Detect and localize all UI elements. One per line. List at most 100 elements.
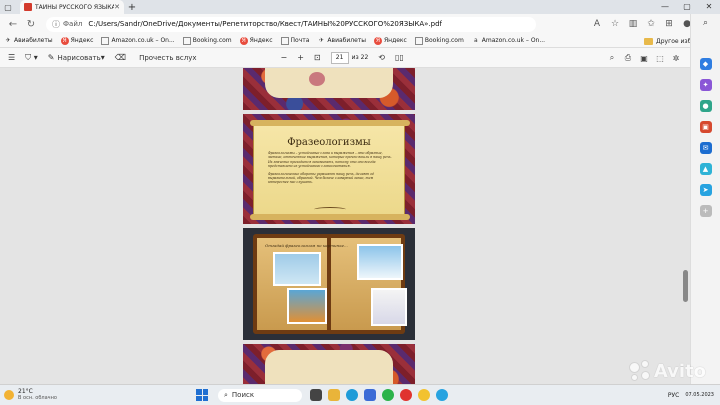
bookmark-item[interactable]: Booking.com: [182, 36, 232, 45]
store-icon[interactable]: [364, 389, 376, 401]
close-tab-icon[interactable]: ✕: [114, 3, 120, 11]
edge-sidebar: ⌕ ◆ ✦ ● ▣ ✉ ▲ ➤ +: [690, 14, 720, 384]
save-as-icon[interactable]: ⬚: [652, 54, 668, 63]
page-paragraph: Фразеологические обороты украшают нашу р…: [268, 171, 375, 185]
bookmark-item[interactable]: Booking.com: [414, 36, 464, 45]
collections-icon[interactable]: ⊞: [660, 19, 678, 29]
minimize-icon[interactable]: —: [654, 0, 676, 14]
tab-pdf[interactable]: ТАЙНЫ РУССКОГО ЯЗЫКА».pdf ✕: [20, 0, 124, 14]
parchment-scroll: Фразеологизмы Фразеологизмы – устойчивые…: [250, 120, 410, 220]
task-view-icon[interactable]: [310, 389, 322, 401]
folder-icon: [644, 37, 654, 45]
shopping-icon[interactable]: ◆: [699, 58, 712, 70]
avito-logo-icon: [628, 360, 651, 382]
page-icon: [280, 36, 289, 45]
save-icon[interactable]: ▣: [636, 54, 652, 63]
new-tab-button[interactable]: +: [124, 2, 140, 13]
picture-puzzle-3: [357, 244, 403, 280]
games-icon[interactable]: ●: [699, 100, 712, 112]
address-bar-row: ← ↻ ⓘ Файл C:/Users/Sandr/OneDrive/Докум…: [0, 14, 720, 34]
favorite-star-icon[interactable]: ☆: [606, 19, 624, 29]
window-menu-icon[interactable]: ▢: [0, 0, 16, 14]
search-icon[interactable]: ⌕: [604, 53, 620, 63]
bookmark-item[interactable]: Почта: [280, 36, 309, 45]
info-icon[interactable]: ⓘ: [52, 19, 60, 30]
pdf-icon: [24, 3, 32, 11]
page-number-input[interactable]: 21: [330, 51, 349, 64]
address-url[interactable]: C:/Users/Sandr/OneDrive/Документы/Репети…: [88, 20, 442, 28]
yandex-icon: Я: [60, 36, 69, 45]
open-book-image: Отгадай фразеологизм по картинке...: [253, 234, 407, 334]
refresh-icon[interactable]: ↻: [22, 19, 40, 30]
outlook-icon[interactable]: ✉: [699, 142, 712, 154]
office-icon[interactable]: ▣: [699, 121, 712, 133]
vertical-scrollbar[interactable]: [683, 270, 688, 302]
language-indicator[interactable]: РУС: [668, 392, 679, 399]
telegram-icon[interactable]: [436, 389, 448, 401]
page-icon: [101, 36, 110, 45]
edge-icon[interactable]: [346, 389, 358, 401]
page-paragraph: Фразеологизмы – устойчивые слова и выраж…: [268, 151, 392, 169]
address-scheme-label: Файл: [63, 20, 83, 28]
weather-widget[interactable]: 21°C В осн. облачно: [0, 388, 110, 402]
read-aloud-button[interactable]: Прочесть вслух: [136, 54, 196, 62]
parchment-image: [265, 68, 393, 98]
favorites-icon[interactable]: ✩: [642, 19, 660, 29]
file-explorer-icon[interactable]: [328, 389, 340, 401]
add-icon[interactable]: +: [699, 205, 712, 217]
eraser-icon[interactable]: ⌫: [115, 53, 126, 62]
tab-title: ТАЙНЫ РУССКОГО ЯЗЫКА».pdf: [35, 3, 115, 11]
avito-watermark: Avito: [628, 360, 706, 382]
draw-button[interactable]: ✎ Нарисовать ▾: [48, 53, 105, 62]
drop-icon[interactable]: ▲: [699, 163, 712, 175]
amazon-icon: a: [473, 37, 478, 44]
search-icon: ⌕: [224, 390, 228, 399]
pdf-page-next: [243, 344, 415, 384]
rotate-icon[interactable]: ⟲: [378, 53, 385, 62]
parchment-image: [265, 350, 393, 384]
pdf-viewer[interactable]: Фразеологизмы Фразеологизмы – устойчивые…: [0, 68, 690, 384]
taskbar-search[interactable]: ⌕ Поиск: [218, 388, 302, 402]
zoom-in-icon[interactable]: +: [297, 53, 304, 62]
two-page-icon[interactable]: ▯▯: [395, 53, 404, 62]
yandex-browser-icon[interactable]: [418, 389, 430, 401]
picture-puzzle-2: [287, 288, 327, 324]
bookmark-item[interactable]: ✈ Авиабилеты: [4, 37, 52, 45]
plane-icon: ✈: [318, 37, 324, 44]
avito-wordmark: Avito: [653, 360, 706, 382]
yandex-icon: Я: [374, 36, 382, 45]
zoom-out-icon[interactable]: −: [281, 53, 288, 62]
maximize-icon[interactable]: ▢: [676, 0, 698, 14]
page-total: из 22: [351, 54, 369, 61]
page-heading: Фразеологизмы: [287, 137, 371, 148]
address-bar[interactable]: ⓘ Файл C:/Users/Sandr/OneDrive/Документы…: [46, 16, 536, 32]
telegram-icon[interactable]: ➤: [699, 184, 712, 196]
bookmark-item[interactable]: Amazon.co.uk – On...: [101, 36, 175, 45]
bookmark-item[interactable]: ✈ Авиабилеты: [317, 37, 366, 45]
split-screen-icon[interactable]: ▥: [624, 19, 642, 29]
pin-icon[interactable]: ✲: [668, 54, 684, 63]
opera-icon[interactable]: [400, 389, 412, 401]
windows-start-icon[interactable]: [196, 389, 208, 401]
fit-page-icon[interactable]: ⊡: [314, 53, 321, 62]
book-caption: Отгадай фразеологизм по картинке...: [265, 243, 348, 248]
print-icon[interactable]: ⎙: [620, 53, 636, 63]
bookmark-item[interactable]: Я Яндекс: [374, 36, 407, 45]
search-label: Поиск: [231, 391, 255, 399]
whatsapp-icon[interactable]: [382, 389, 394, 401]
contents-icon[interactable]: ☰: [8, 53, 15, 62]
clock[interactable]: 07.05.2023: [685, 392, 714, 399]
tools-icon[interactable]: ✦: [699, 79, 712, 91]
bookmark-item[interactable]: Я Яндекс: [239, 36, 273, 45]
search-icon[interactable]: ⌕: [703, 18, 708, 28]
close-window-icon[interactable]: ✕: [698, 0, 720, 14]
scroll-roll-bottom: [250, 214, 410, 220]
back-icon[interactable]: ←: [4, 19, 22, 30]
filter-icon[interactable]: ⛉ ▾: [25, 53, 38, 63]
system-tray: РУС 07.05.2023: [668, 385, 714, 405]
ornament: [314, 207, 346, 212]
bookmark-item[interactable]: Я Яндекс: [60, 36, 93, 45]
bookmark-item[interactable]: a Amazon.co.uk – On...: [472, 37, 545, 45]
pdf-toolbar: ☰ ⛉ ▾ ✎ Нарисовать ▾ ⌫ Прочесть вслух − +…: [0, 48, 690, 68]
read-mode-icon[interactable]: A: [588, 19, 606, 29]
